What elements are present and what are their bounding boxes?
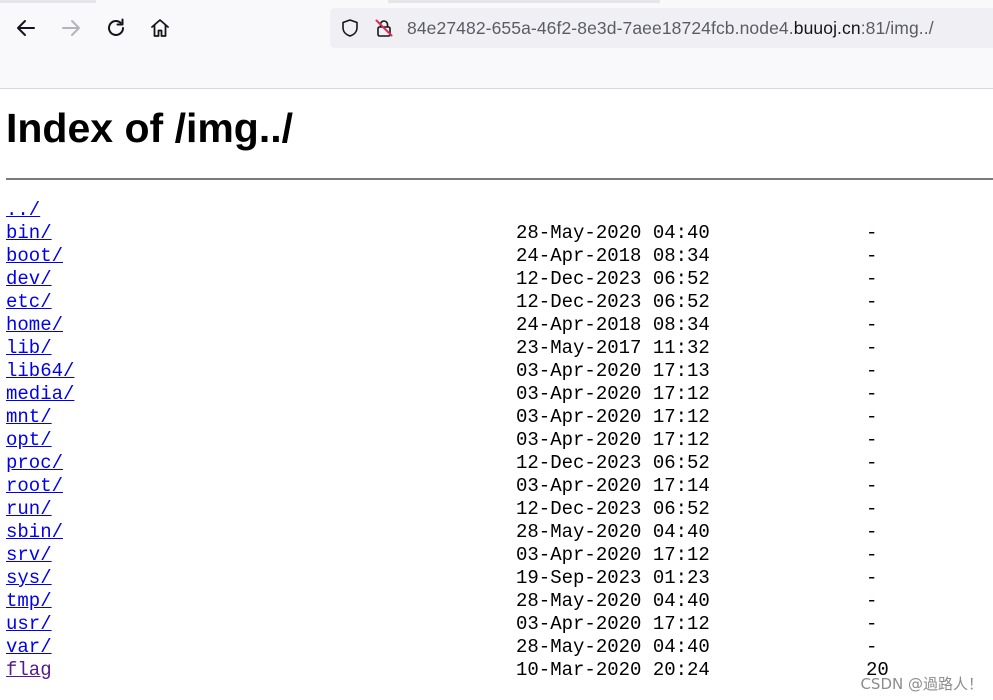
- entry-size: -: [866, 590, 878, 612]
- reload-icon: [108, 18, 124, 36]
- entry-size: -: [866, 498, 878, 520]
- entry-link[interactable]: dev/: [6, 268, 52, 291]
- shield-icon[interactable]: [340, 18, 360, 38]
- entry-date: 19-Sep-2023 01:23: [516, 567, 710, 589]
- entry-date: 28-May-2020 04:40: [516, 222, 710, 244]
- entry-date: 03-Apr-2020 17:14: [516, 475, 710, 497]
- entry-date: 03-Apr-2020 17:12: [516, 613, 710, 635]
- entry-date: 24-Apr-2018 08:34: [516, 245, 710, 267]
- forward-arrow-icon: [62, 20, 80, 36]
- watermark: CSDN @過路人！: [860, 675, 983, 693]
- entry-link[interactable]: ../: [6, 199, 40, 222]
- entry-size: -: [866, 222, 878, 244]
- url-domain: buuoj.cn: [793, 18, 861, 38]
- entry-size: -: [866, 636, 878, 658]
- tab-edge: [388, 0, 660, 3]
- entry-link[interactable]: media/: [6, 383, 74, 406]
- entry-date: 28-May-2020 04:40: [516, 521, 710, 543]
- page-title: Index of /img../: [6, 105, 294, 151]
- url-text[interactable]: 84e27482-655a-46f2-8e3d-7aee18724fcb.nod…: [407, 18, 934, 39]
- entry-link[interactable]: root/: [6, 475, 63, 498]
- entry-size: -: [866, 429, 878, 451]
- entry-size: -: [866, 452, 878, 474]
- browser-toolbar: 84e27482-655a-46f2-8e3d-7aee18724fcb.nod…: [0, 0, 993, 89]
- entry-link[interactable]: bin/: [6, 222, 52, 245]
- tab-edge: [0, 0, 96, 3]
- entry-date: 10-Mar-2020 20:24: [516, 659, 710, 681]
- entry-size: -: [866, 567, 878, 589]
- entry-size: -: [866, 406, 878, 428]
- home-button[interactable]: [144, 12, 176, 44]
- entry-link[interactable]: mnt/: [6, 406, 52, 429]
- tab-strip-edge: [0, 0, 993, 4]
- entry-date: 03-Apr-2020 17:12: [516, 544, 710, 566]
- home-icon: [151, 19, 169, 37]
- entry-link[interactable]: opt/: [6, 429, 52, 452]
- entry-link[interactable]: lib64/: [6, 360, 74, 383]
- insecure-lock-icon[interactable]: [374, 18, 394, 38]
- entry-link[interactable]: srv/: [6, 544, 52, 567]
- entry-size: -: [866, 521, 878, 543]
- back-arrow-icon: [17, 20, 35, 36]
- entry-link[interactable]: run/: [6, 498, 52, 521]
- entry-date: 12-Dec-2023 06:52: [516, 452, 710, 474]
- back-button[interactable]: [10, 12, 42, 44]
- entry-date: 12-Dec-2023 06:52: [516, 498, 710, 520]
- horizontal-rule: [6, 178, 993, 180]
- url-prefix: 84e27482-655a-46f2-8e3d-7aee18724fcb.nod…: [407, 18, 794, 38]
- entry-link[interactable]: sbin/: [6, 521, 63, 544]
- entry-date: 12-Dec-2023 06:52: [516, 268, 710, 290]
- entry-date: 23-May-2017 11:32: [516, 337, 710, 359]
- entry-size: -: [866, 291, 878, 313]
- entry-date: 28-May-2020 04:40: [516, 590, 710, 612]
- entry-size: -: [866, 383, 878, 405]
- entry-size: -: [866, 475, 878, 497]
- entry-link[interactable]: lib/: [6, 337, 52, 360]
- address-bar[interactable]: 84e27482-655a-46f2-8e3d-7aee18724fcb.nod…: [330, 8, 993, 48]
- entry-date: 03-Apr-2020 17:13: [516, 360, 710, 382]
- entry-date: 03-Apr-2020 17:12: [516, 429, 710, 451]
- entry-size: -: [866, 544, 878, 566]
- entry-date: 03-Apr-2020 17:12: [516, 383, 710, 405]
- entry-date: 12-Dec-2023 06:52: [516, 291, 710, 313]
- entry-link[interactable]: proc/: [6, 452, 63, 475]
- entry-size: -: [866, 268, 878, 290]
- entry-date: 24-Apr-2018 08:34: [516, 314, 710, 336]
- entry-link[interactable]: flag: [6, 659, 52, 682]
- entry-link[interactable]: usr/: [6, 613, 52, 636]
- entry-size: -: [866, 337, 878, 359]
- url-suffix: :81/img../: [860, 18, 934, 38]
- entry-link[interactable]: boot/: [6, 245, 63, 268]
- entry-size: -: [866, 245, 878, 267]
- entry-link[interactable]: home/: [6, 314, 63, 337]
- entry-link[interactable]: sys/: [6, 567, 52, 590]
- entry-size: -: [866, 613, 878, 635]
- entry-link[interactable]: tmp/: [6, 590, 52, 613]
- entry-date: 03-Apr-2020 17:12: [516, 406, 710, 428]
- entry-size: -: [866, 360, 878, 382]
- entry-date: 28-May-2020 04:40: [516, 636, 710, 658]
- forward-button[interactable]: [55, 12, 87, 44]
- entry-size: -: [866, 314, 878, 336]
- entry-link[interactable]: var/: [6, 636, 52, 659]
- reload-button[interactable]: [100, 12, 132, 44]
- entry-link[interactable]: etc/: [6, 291, 52, 314]
